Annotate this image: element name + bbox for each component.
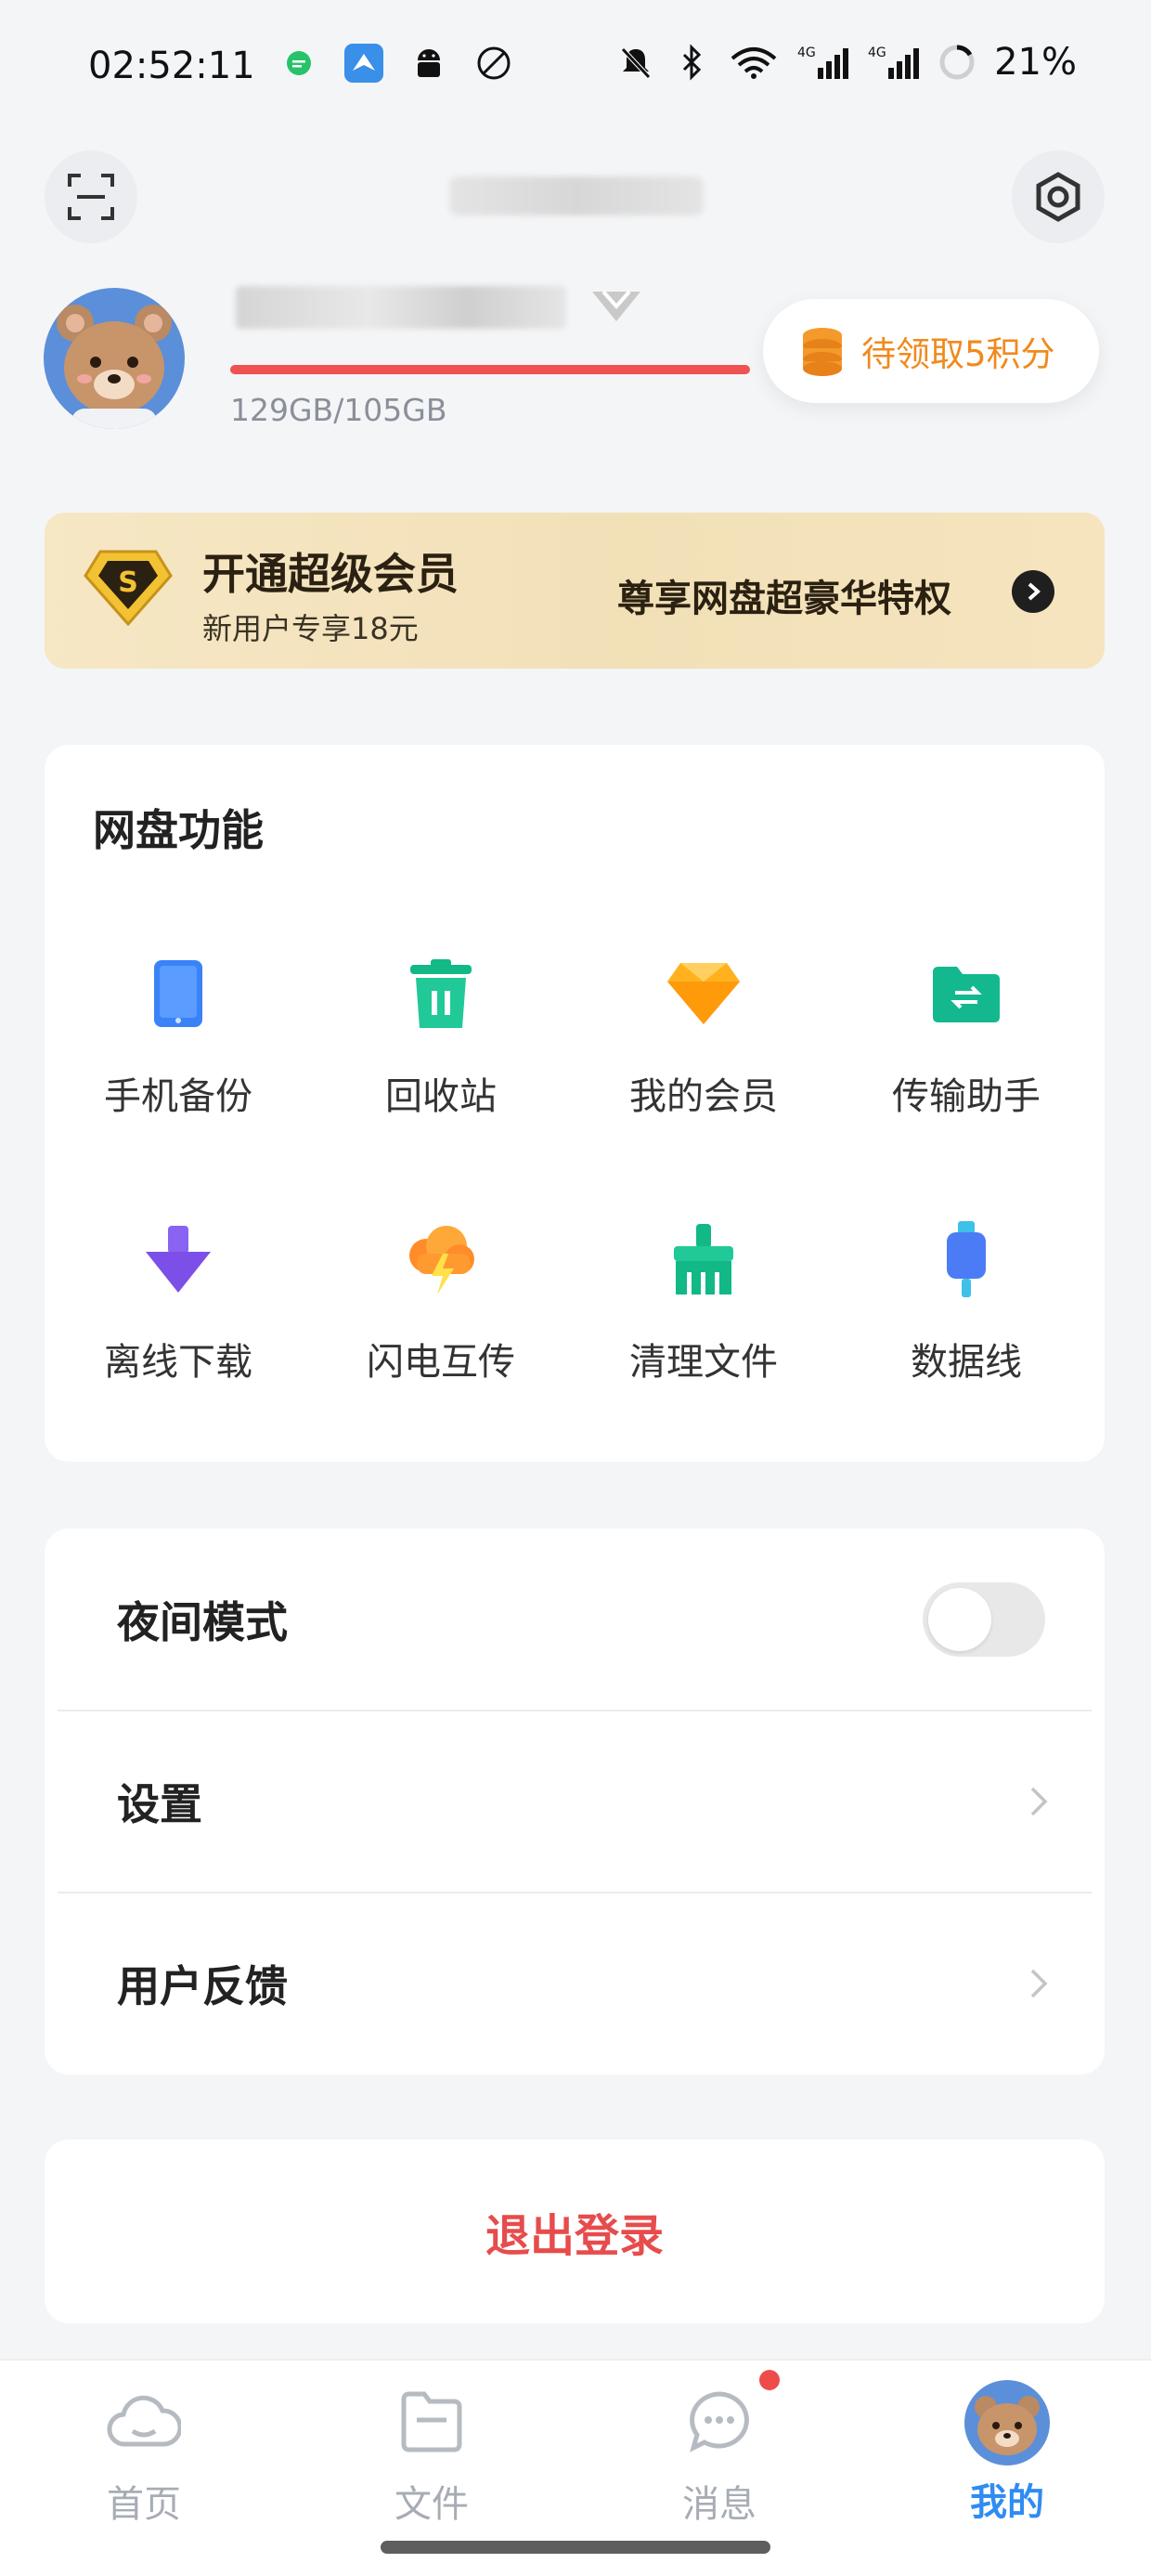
no-signal-icon [473,43,514,84]
chevron-right-icon [1030,1787,1048,1816]
tab-home[interactable]: 首页 [0,2388,288,2528]
wifi-icon [731,47,777,79]
avatar[interactable] [44,288,185,429]
switch-account-button[interactable] [588,288,644,329]
tab-label: 文件 [394,2483,469,2526]
settings-row[interactable]: 设置 [45,1711,1105,1893]
status-time: 02:52:11 [88,45,255,87]
cloud-icon [107,2395,181,2447]
feature-lightning-transfer[interactable]: 闪电互传 [334,1220,548,1386]
bird-app-icon [343,43,384,84]
tab-mine[interactable]: 我的 [863,2379,1151,2526]
diamond-icon [665,955,743,1033]
username [236,286,566,329]
feature-label: 传输助手 [892,1075,1041,1118]
svg-text:4G: 4G [797,46,816,60]
status-app-icons [278,43,514,84]
night-mode-label: 夜间模式 [117,1597,288,1647]
storage-text: 129GB/105GB [230,392,447,428]
feature-phone-backup[interactable]: 手机备份 [71,955,285,1120]
feature-my-membership[interactable]: 我的会员 [597,955,810,1120]
tab-files[interactable]: 文件 [288,2388,576,2528]
vip-diamond-icon: S [84,548,173,630]
svg-text:S: S [118,566,138,599]
svg-text:4G: 4G [868,46,886,60]
settings-button[interactable] [1012,150,1105,243]
vip-promo: 尊享网盘超豪华特权 [617,578,951,620]
feedback-label: 用户反馈 [117,1961,288,2011]
coins-icon [803,328,842,376]
download-arrow-icon [139,1220,217,1298]
vip-subtitle: 新用户专享18元 [202,611,419,646]
points-chip[interactable]: 待领取5积分 [763,299,1099,403]
message-app-icon [278,43,319,84]
feature-label: 手机备份 [104,1075,252,1118]
feature-recycle-bin[interactable]: 回收站 [334,955,548,1120]
bluetooth-icon [683,44,702,81]
feature-clean-files[interactable]: 清理文件 [597,1220,810,1386]
tab-messages[interactable]: 消息 [576,2388,863,2528]
gear-icon [1036,172,1080,222]
message-badge [759,2370,780,2390]
feature-label: 离线下载 [104,1341,252,1384]
broom-icon [665,1220,743,1298]
feature-data-cable[interactable]: 数据线 [860,1220,1073,1386]
lightning-cloud-icon [402,1220,480,1298]
night-mode-toggle[interactable] [923,1582,1045,1657]
toggle-knob [928,1588,991,1651]
usb-cable-icon [927,1220,1005,1298]
4g-signal-icon: 4G [868,46,920,79]
mute-icon [621,47,651,79]
page-title [449,176,704,215]
scan-icon [68,174,114,220]
battery-icon [939,45,975,80]
vip-title: 开通超级会员 [202,549,459,599]
transfer-folder-icon [927,955,1005,1033]
vip-arrow-icon [1012,570,1054,613]
android-icon [408,43,449,84]
status-system-icons: 4G 4G 21% [617,41,1077,84]
avatar-icon [964,2380,1050,2465]
logout-button[interactable]: 退出登录 [45,2140,1105,2323]
scan-button[interactable] [45,150,137,243]
feature-label: 我的会员 [629,1075,778,1118]
4g-signal-icon: 4G [797,46,849,79]
chat-bubble-icon [690,2391,749,2452]
features-title: 网盘功能 [93,805,264,855]
feature-transfer-assistant[interactable]: 传输助手 [860,955,1073,1120]
phone-backup-icon [139,955,217,1033]
folder-icon [401,2391,462,2452]
night-mode-row: 夜间模式 [45,1529,1105,1711]
tab-label: 首页 [107,2483,181,2526]
chevron-right-icon [1030,1969,1048,1998]
tab-label: 消息 [682,2483,757,2526]
tab-label: 我的 [970,2481,1044,2524]
feature-label: 数据线 [911,1341,1022,1384]
storage-bar [230,365,750,374]
home-indicator[interactable] [381,2541,770,2554]
feature-label: 回收站 [385,1075,497,1118]
trash-icon [402,955,480,1033]
points-chip-label: 待领取5积分 [861,334,1055,374]
feedback-row[interactable]: 用户反馈 [45,1893,1105,2075]
settings-label: 设置 [117,1779,202,1829]
feature-label: 闪电互传 [367,1341,515,1384]
battery-percent: 21% [994,41,1077,84]
feature-offline-download[interactable]: 离线下载 [71,1220,285,1386]
logout-label: 退出登录 [485,2210,664,2262]
feature-label: 清理文件 [629,1341,778,1384]
chevron-down-icon [592,290,640,321]
